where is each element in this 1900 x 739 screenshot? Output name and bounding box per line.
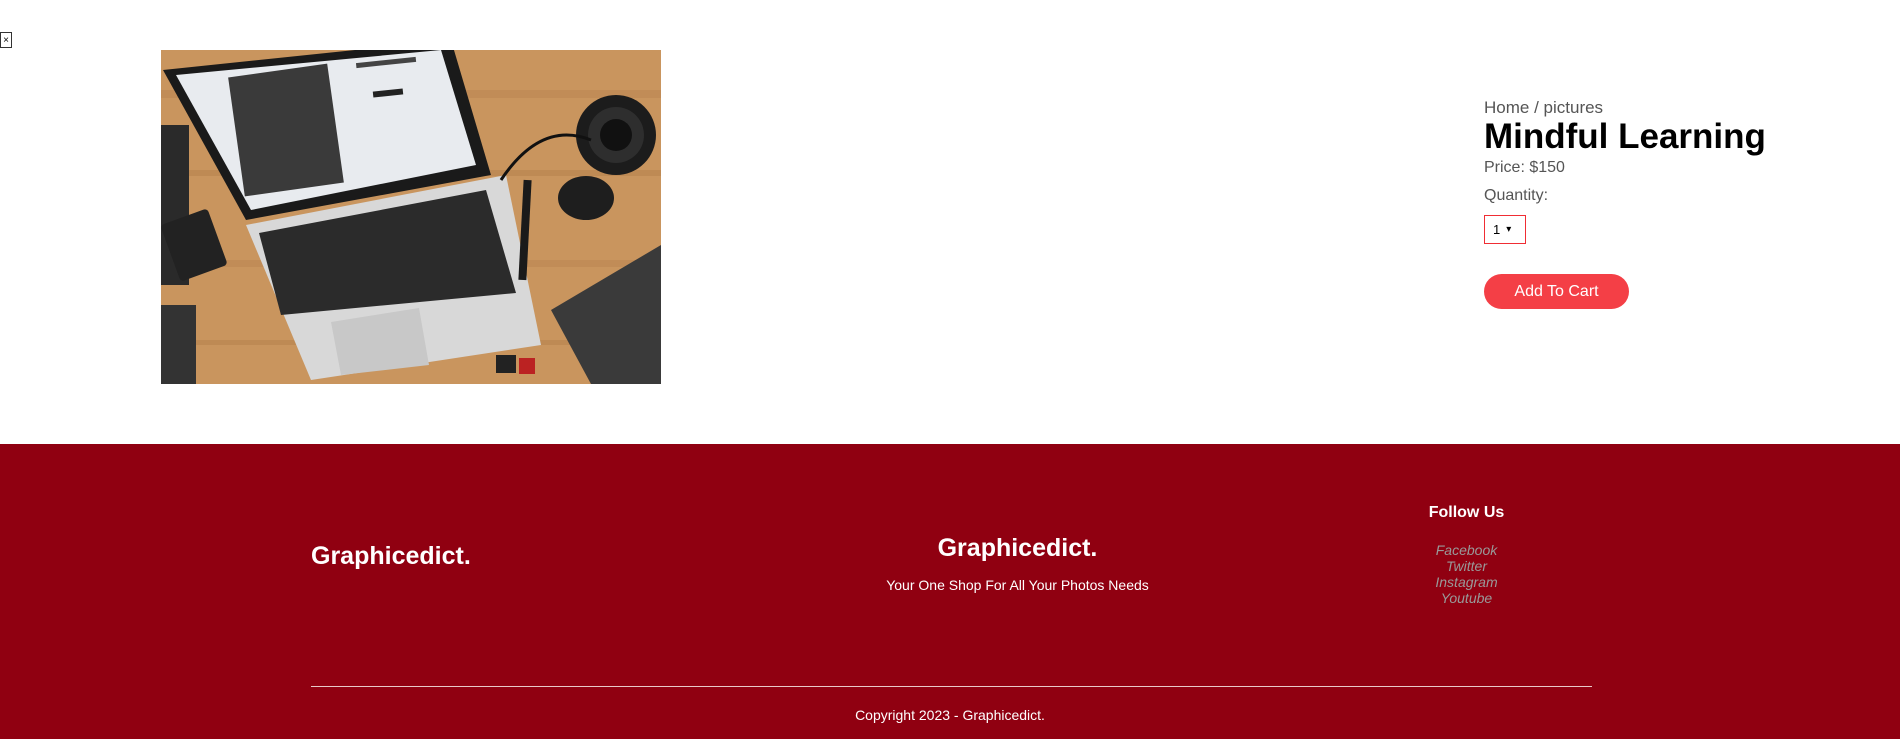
footer-brand-title: Graphicedict. [937,534,1098,562]
quantity-label: Quantity: [1484,187,1549,204]
product-image [161,50,661,384]
footer-divider [311,686,1592,687]
breadcrumb: Home / pictures [1484,98,1864,118]
facebook-link[interactable]: Facebook [1400,542,1533,558]
site-footer: Graphicedict. Graphicedict. Your One Sho… [0,444,1900,739]
footer-tagline: Your One Shop For All Your Photos Needs [886,577,1149,593]
social-links: Facebook Twitter Instagram Youtube [1400,542,1533,606]
footer-social: Follow Us Facebook Twitter Instagram You… [1400,504,1533,606]
instagram-link[interactable]: Instagram [1400,574,1533,590]
copyright-text: Copyright 2023 - Graphicedict. [855,707,1045,723]
twitter-link[interactable]: Twitter [1400,558,1533,574]
product-title: Mindful Learning [1484,117,1766,156]
follow-us-heading: Follow Us [1428,504,1505,521]
footer-brand-logo[interactable]: Graphicedict. [311,542,471,571]
breadcrumb-separator: / [1529,98,1544,117]
footer-about: Graphicedict. Your One Shop For All Your… [800,534,1235,593]
breadcrumb-category[interactable]: pictures [1544,98,1604,117]
quantity-value: 1 [1493,222,1501,237]
close-button[interactable]: × [0,32,12,48]
youtube-link[interactable]: Youtube [1400,590,1533,606]
quantity-select[interactable]: 1 ▾ [1484,215,1526,244]
laptop-desk-photo [161,50,661,384]
chevron-down-icon: ▾ [1506,224,1512,235]
add-to-cart-button[interactable]: Add To Cart [1484,274,1629,309]
product-price: Price: $150 [1484,159,1565,176]
product-details: Home / pictures Mindful Learning Price: … [1484,98,1864,309]
breadcrumb-home-link[interactable]: Home [1484,98,1529,117]
